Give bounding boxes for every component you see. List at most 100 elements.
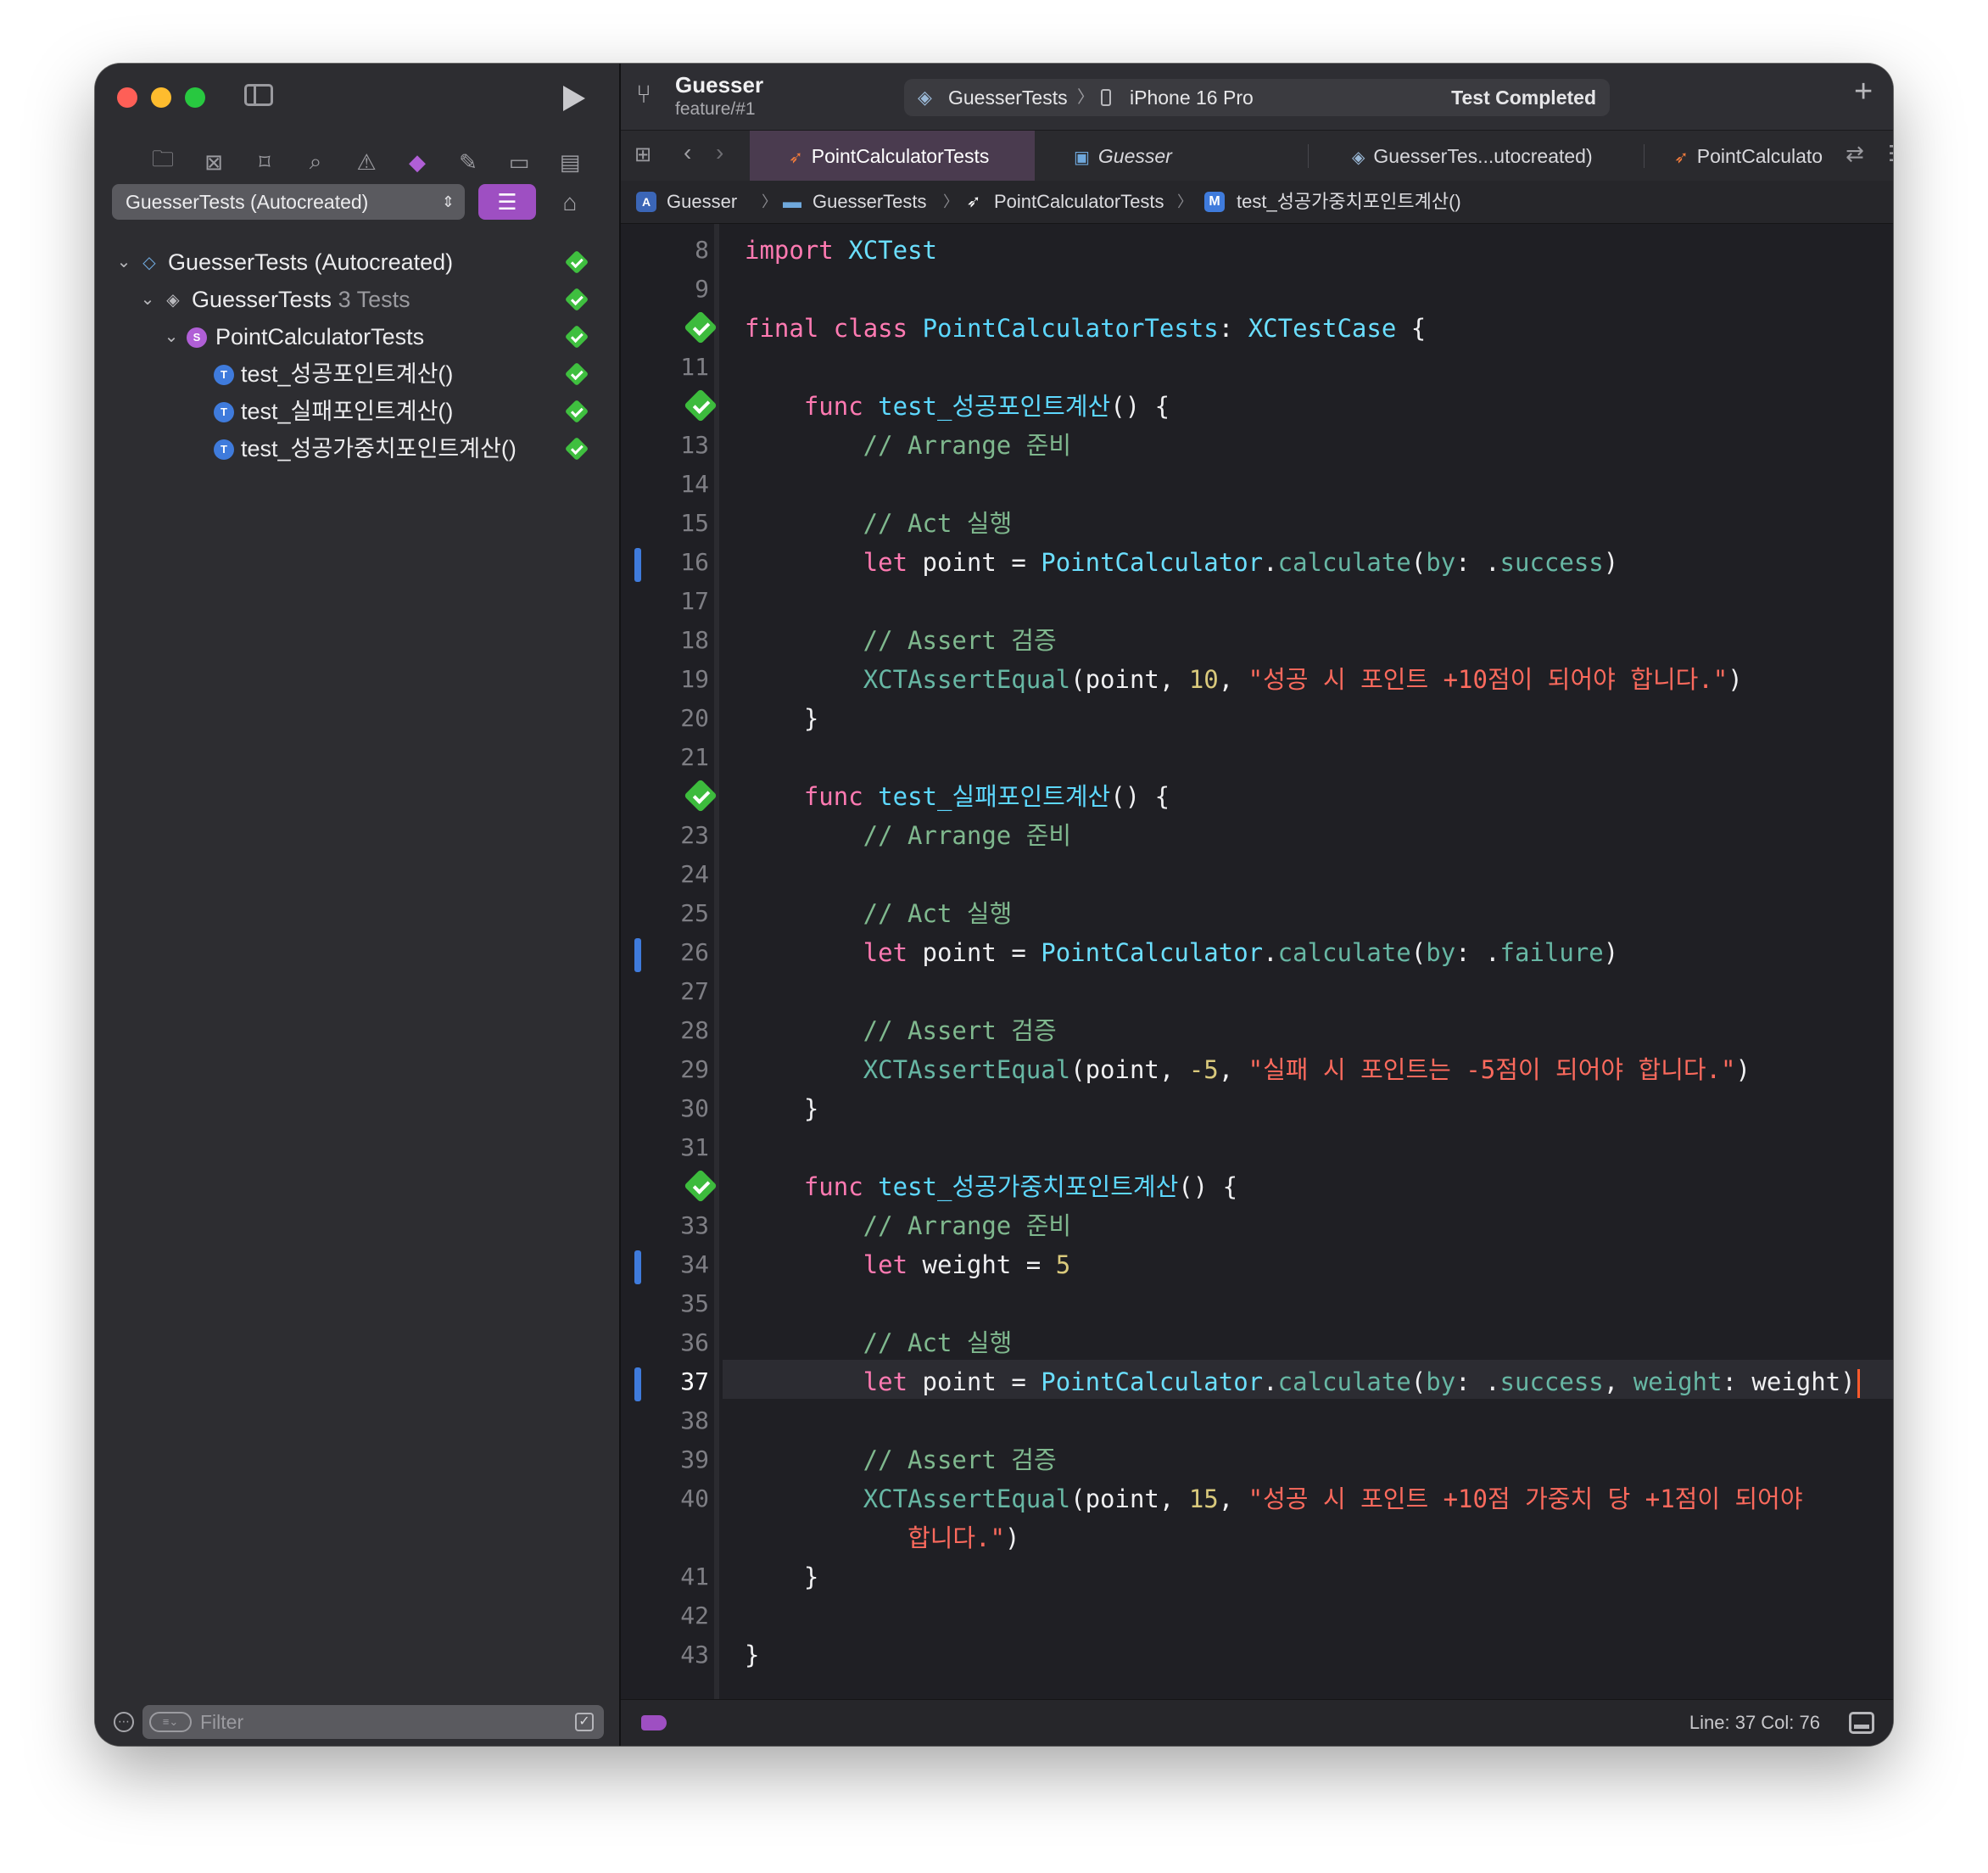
- close-window-button[interactable]: [117, 87, 137, 108]
- code-line[interactable]: 23 // Arrange 준비: [621, 816, 1893, 855]
- sidebar-toggle-icon[interactable]: [244, 84, 273, 106]
- run-button[interactable]: [563, 86, 585, 111]
- debug-area-toggle-icon[interactable]: [1849, 1712, 1874, 1734]
- line-number: 29: [680, 1055, 709, 1083]
- code-line[interactable]: func test_성공포인트계산() {: [621, 387, 1893, 426]
- checkbox-icon[interactable]: ✓: [575, 1713, 594, 1731]
- test-passed-icon[interactable]: [684, 779, 718, 813]
- back-icon[interactable]: ‹: [684, 139, 691, 166]
- chevron-down-icon[interactable]: ⌄: [114, 243, 134, 281]
- code-text: // Act 실행: [745, 899, 1013, 928]
- tree-row-target[interactable]: ⌄ ◈ GuesserTests 3 Tests: [95, 281, 619, 318]
- code-line[interactable]: 28 // Assert 검증: [621, 1011, 1893, 1050]
- jumpbar-file[interactable]: PointCalculatorTests: [994, 181, 1164, 223]
- tab-point-calculator[interactable]: ➶ PointCalculato: [1666, 131, 1852, 182]
- code-line[interactable]: 31: [621, 1128, 1893, 1167]
- code-line[interactable]: 13 // Arrange 준비: [621, 426, 1893, 465]
- tree-row-test[interactable]: T test_실패포인트계산(): [95, 393, 619, 430]
- change-indicator[interactable]: [634, 938, 641, 972]
- scheme-select[interactable]: GuesserTests (Autocreated) ⇕: [112, 184, 465, 220]
- test-passed-icon[interactable]: [684, 1169, 718, 1203]
- source-editor[interactable]: 8 import XCTest 9 final class PointCalculat…: [621, 224, 1893, 1700]
- bookmark-icon[interactable]: ⌑: [239, 137, 290, 187]
- branch-name[interactable]: feature/#1: [675, 99, 756, 120]
- code-line[interactable]: final class PointCalculatorTests: XCTest…: [621, 309, 1893, 348]
- tree-row-test[interactable]: T test_성공가중치포인트계산(): [95, 430, 619, 467]
- zoom-window-button[interactable]: [185, 87, 205, 108]
- tree-row-test-plan[interactable]: ⌄ ◇ GuesserTests (Autocreated): [95, 243, 619, 281]
- search-icon[interactable]: ⌕: [290, 137, 341, 187]
- code-line[interactable]: 8 import XCTest: [621, 231, 1893, 270]
- code-line[interactable]: 26 let point = PointCalculator.calculate…: [621, 933, 1893, 972]
- code-line[interactable]: 24: [621, 855, 1893, 894]
- grid-icon[interactable]: ⊞: [634, 143, 658, 167]
- code-line[interactable]: 29 XCTAssertEqual(point, -5, "실패 시 포인트는 …: [621, 1050, 1893, 1089]
- code-line[interactable]: 37 let point = PointCalculator.calculate…: [621, 1362, 1893, 1401]
- code-line[interactable]: 21: [621, 738, 1893, 777]
- code-line[interactable]: 25 // Act 실행: [621, 894, 1893, 933]
- code-line[interactable]: 20 }: [621, 699, 1893, 738]
- filter-field[interactable]: ≡⌄ Filter ✓: [142, 1705, 604, 1739]
- change-indicator[interactable]: [634, 1367, 641, 1401]
- code-line[interactable]: func test_성공가중치포인트계산() {: [621, 1167, 1893, 1206]
- tree-row-class[interactable]: ⌄ S PointCalculatorTests: [95, 318, 619, 355]
- code-line[interactable]: func test_실패포인트계산() {: [621, 777, 1893, 816]
- jumpbar-group[interactable]: GuesserTests: [813, 181, 927, 223]
- code-line[interactable]: 36 // Act 실행: [621, 1323, 1893, 1362]
- folder-icon[interactable]: 🗀: [137, 137, 188, 187]
- minimize-window-button[interactable]: [151, 87, 171, 108]
- forward-icon[interactable]: ›: [716, 139, 723, 166]
- chevron-down-icon[interactable]: ⌄: [161, 318, 181, 355]
- change-indicator[interactable]: [634, 1250, 641, 1284]
- code-line[interactable]: 41 }: [621, 1557, 1893, 1596]
- tree-row-test[interactable]: T test_성공포인트계산(): [95, 355, 619, 393]
- code-line[interactable]: 42: [621, 1596, 1893, 1635]
- code-line[interactable]: 43}: [621, 1635, 1893, 1675]
- swap-icon[interactable]: ⇄: [1846, 141, 1864, 167]
- adjust-editor-icon[interactable]: ☰: [1888, 141, 1893, 167]
- breakpoint-icon[interactable]: ▭: [494, 137, 544, 187]
- code-line[interactable]: 17: [621, 582, 1893, 621]
- test-navigator-icon[interactable]: ◆: [392, 137, 443, 187]
- code-line[interactable]: 18 // Assert 검증: [621, 621, 1893, 660]
- debug-icon[interactable]: ✎: [443, 137, 494, 187]
- chevron-down-icon[interactable]: ⌄: [137, 281, 158, 318]
- test-passed-icon[interactable]: [684, 389, 718, 422]
- code-line[interactable]: 35: [621, 1284, 1893, 1323]
- code-line[interactable]: 27: [621, 972, 1893, 1011]
- code-line[interactable]: 9: [621, 270, 1893, 309]
- code-line[interactable]: 33 // Arrange 준비: [621, 1206, 1893, 1245]
- test-method-icon: T: [214, 402, 234, 422]
- code-line[interactable]: 15 // Act 실행: [621, 504, 1893, 543]
- code-line[interactable]: 11: [621, 348, 1893, 387]
- code-line[interactable]: 38: [621, 1401, 1893, 1440]
- scheme-selector[interactable]: GuesserTests: [948, 79, 1068, 116]
- line-number: 28: [680, 1016, 709, 1044]
- code-line[interactable]: 34 let weight = 5: [621, 1245, 1893, 1284]
- code-line[interactable]: 16 let point = PointCalculator.calculate…: [621, 543, 1893, 582]
- tab-test-plan[interactable]: ◈ GuesserTes...utocreated): [1342, 131, 1640, 182]
- filter-options-icon[interactable]: ≡⌄: [149, 1712, 192, 1732]
- code-line[interactable]: 14: [621, 465, 1893, 504]
- test-passed-icon[interactable]: [684, 310, 718, 344]
- change-indicator[interactable]: [634, 548, 641, 582]
- warning-icon[interactable]: ⚠: [341, 137, 392, 187]
- code-line[interactable]: 19 XCTAssertEqual(point, 10, "성공 시 포인트 +…: [621, 660, 1893, 699]
- list-view-button[interactable]: ☰: [478, 184, 536, 220]
- report-icon[interactable]: ▤: [544, 137, 595, 187]
- tag-icon[interactable]: [641, 1715, 667, 1730]
- code-line[interactable]: 합니다."): [621, 1518, 1893, 1557]
- tab-point-calculator-tests[interactable]: ➶ PointCalculatorTests: [750, 131, 1035, 182]
- code-line[interactable]: 40 XCTAssertEqual(point, 15, "성공 시 포인트 +…: [621, 1479, 1893, 1518]
- jumpbar-method[interactable]: test_성공가중치포인트계산(): [1237, 181, 1461, 223]
- code-line[interactable]: 30 }: [621, 1089, 1893, 1128]
- code-line[interactable]: 39 // Assert 검증: [621, 1440, 1893, 1479]
- code-text: final class PointCalculatorTests: XCTest…: [745, 314, 1427, 343]
- add-icon[interactable]: +: [1854, 74, 1873, 110]
- more-options-icon[interactable]: ⋯: [114, 1712, 134, 1732]
- source-control-icon[interactable]: ⊠: [188, 137, 239, 187]
- tab-guesser[interactable]: ▣ Guesser: [1057, 131, 1243, 182]
- tag-icon[interactable]: ⌂: [553, 186, 587, 220]
- jumpbar-project[interactable]: Guesser: [667, 181, 737, 223]
- device-selector[interactable]: iPhone 16 Pro: [1130, 79, 1254, 116]
